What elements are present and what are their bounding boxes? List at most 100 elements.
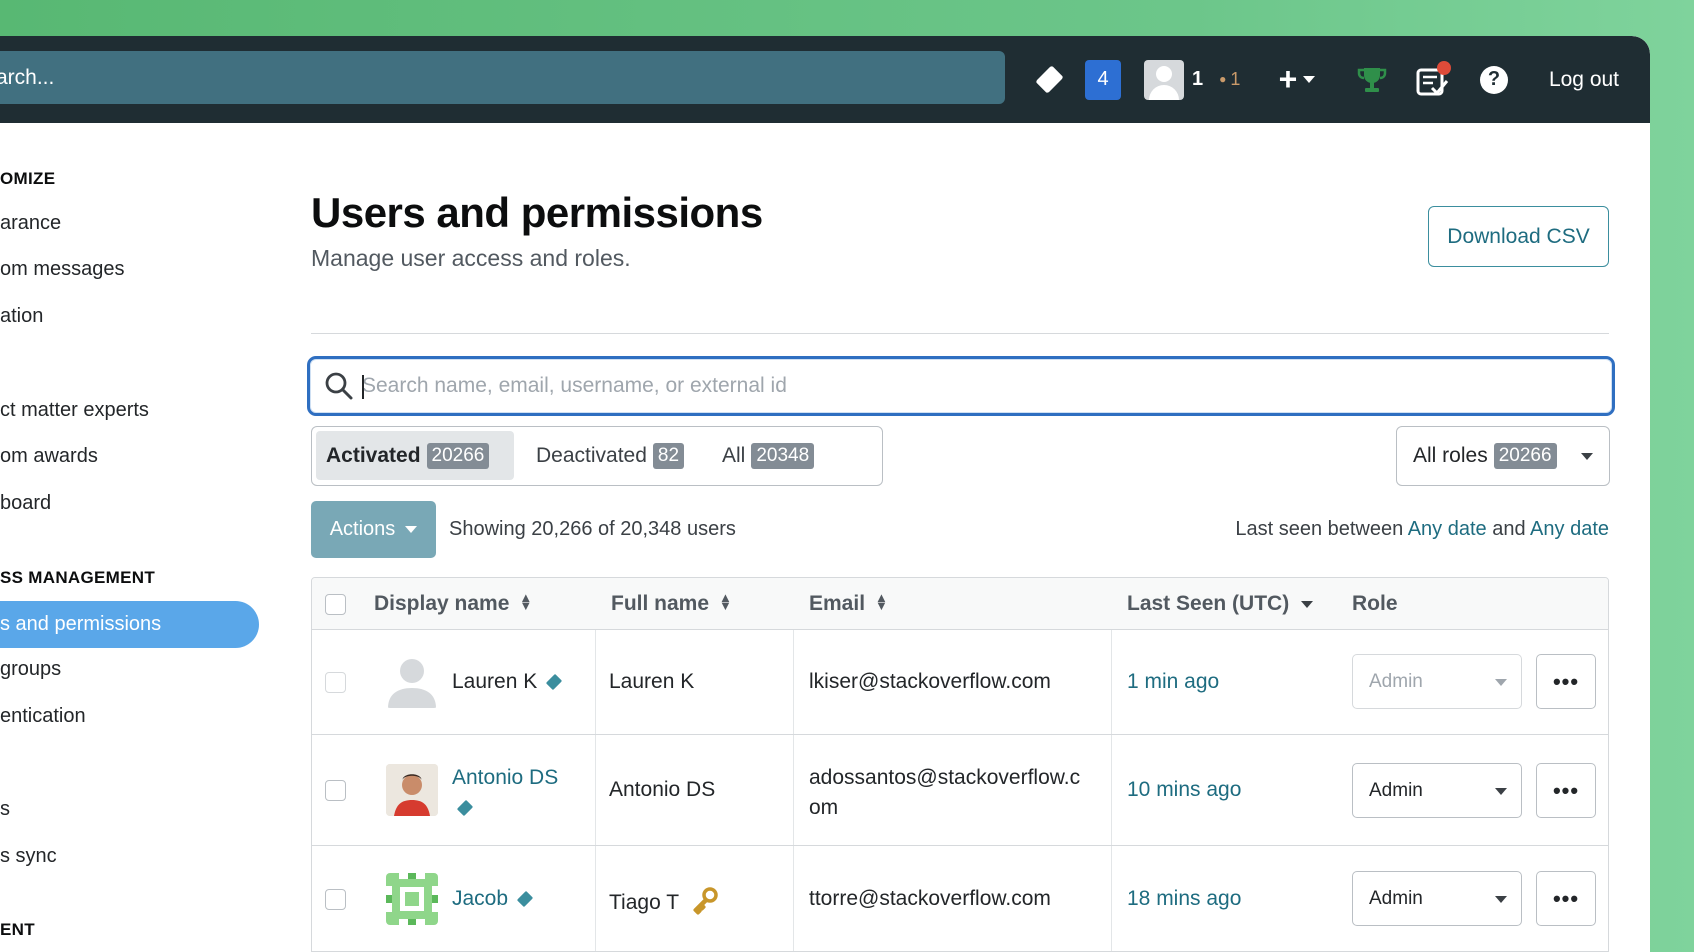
plus-icon: + bbox=[1278, 61, 1298, 97]
moderator-diamond-icon bbox=[516, 890, 534, 908]
admin-sidebar: OMIZE arance om messages ation ct matter… bbox=[0, 123, 260, 952]
sidebar-item[interactable]: groups bbox=[0, 646, 61, 692]
sidebar-item[interactable]: s bbox=[0, 786, 10, 832]
sidebar-heading: OMIZE bbox=[0, 169, 56, 188]
logout-link[interactable]: Log out bbox=[1534, 36, 1634, 123]
count-badge: 20266 bbox=[426, 442, 490, 469]
moderator-diamond-icon bbox=[546, 673, 563, 691]
chevron-down-icon bbox=[1581, 453, 1593, 460]
create-new-button[interactable]: + bbox=[1272, 36, 1322, 123]
row-checkbox[interactable] bbox=[325, 780, 346, 801]
end-date-link[interactable]: Any date bbox=[1530, 518, 1609, 540]
role-select[interactable]: Admin bbox=[1352, 871, 1522, 926]
full-name: Lauren K bbox=[609, 670, 695, 693]
count-badge: 20348 bbox=[751, 442, 815, 469]
count-badge: 20266 bbox=[1493, 443, 1557, 469]
app-window: arch... 4 1 1 + bbox=[0, 36, 1650, 952]
reputation-count: 1 bbox=[1192, 68, 1204, 90]
email: lkiser@stackoverflow.com bbox=[809, 670, 1051, 693]
user-search-box[interactable] bbox=[307, 356, 1615, 416]
display-name: Lauren K bbox=[452, 670, 563, 694]
avatar bbox=[386, 764, 438, 816]
last-seen: 1 min ago bbox=[1127, 670, 1220, 693]
key-icon bbox=[692, 887, 718, 915]
search-icon bbox=[325, 372, 353, 400]
moderator-diamond-icon bbox=[456, 799, 474, 817]
inbox-button[interactable]: 4 bbox=[1085, 36, 1121, 123]
sort-email[interactable]: Email ▲ ▼ bbox=[809, 578, 888, 630]
user-search-input[interactable] bbox=[362, 359, 1592, 413]
avatar bbox=[1144, 59, 1184, 100]
chevron-down-icon bbox=[1495, 788, 1507, 795]
review-icon bbox=[1416, 60, 1451, 95]
showing-count: Showing 20,266 of 20,348 users bbox=[449, 518, 736, 540]
table-row: Antonio DS Antonio DS adossantos@stackov… bbox=[312, 735, 1608, 846]
filter-activated[interactable]: Activated 20266 bbox=[316, 431, 514, 480]
full-name: Antonio DS bbox=[609, 778, 716, 801]
chevron-down-icon bbox=[405, 526, 418, 533]
last-seen: 10 mins ago bbox=[1127, 778, 1242, 801]
top-bar: arch... 4 1 1 + bbox=[0, 36, 1650, 123]
sidebar-heading: SS MANAGEMENT bbox=[0, 568, 156, 587]
avatar bbox=[386, 873, 438, 925]
sort-icon: ▲ ▼ bbox=[519, 590, 533, 614]
download-csv-button[interactable]: Download CSV bbox=[1428, 206, 1609, 267]
row-checkbox[interactable] bbox=[325, 672, 346, 693]
global-search-input[interactable]: arch... bbox=[0, 51, 1005, 104]
filter-all[interactable]: All 20348 bbox=[712, 431, 824, 480]
more-options-button[interactable]: ••• bbox=[1536, 763, 1596, 818]
divider bbox=[311, 333, 1609, 334]
status-filter-group: Activated 20266 Deactivated 82 All 20348 bbox=[311, 426, 883, 486]
avatar bbox=[386, 656, 438, 708]
chevron-down-icon bbox=[1301, 600, 1314, 608]
role-select[interactable]: Admin bbox=[1352, 763, 1522, 818]
sidebar-item[interactable]: om awards bbox=[0, 433, 98, 479]
last-seen-filter: Last seen between Any date and Any date bbox=[1235, 518, 1609, 540]
trophy-icon bbox=[1357, 67, 1387, 92]
sort-last-seen[interactable]: Last Seen (UTC) bbox=[1127, 578, 1314, 630]
last-seen: 18 mins ago bbox=[1127, 887, 1242, 910]
email: ttorre@stackoverflow.com bbox=[809, 887, 1051, 910]
chevron-down-icon bbox=[1495, 896, 1507, 903]
chevron-down-icon bbox=[1495, 679, 1507, 686]
select-all-checkbox[interactable] bbox=[325, 594, 346, 615]
sidebar-item[interactable]: board bbox=[0, 480, 51, 526]
sidebar-item[interactable]: ct matter experts bbox=[0, 387, 149, 433]
page-title: Users and permissions bbox=[311, 189, 763, 236]
sidebar-heading: ENT bbox=[0, 920, 35, 939]
sidebar-item[interactable]: om messages bbox=[0, 246, 125, 292]
table-row: Lauren K Lauren K lkiser@stackoverflow.c… bbox=[312, 630, 1608, 735]
sidebar-item[interactable]: s sync bbox=[0, 833, 57, 879]
sort-display-name[interactable]: Display name ▲ ▼ bbox=[374, 578, 532, 630]
filter-deactivated[interactable]: Deactivated 82 bbox=[526, 431, 694, 480]
sidebar-item[interactable]: entication bbox=[0, 693, 86, 739]
roles-dropdown[interactable]: All roles 20266 bbox=[1396, 426, 1610, 486]
sort-full-name[interactable]: Full name ▲ ▼ bbox=[611, 578, 732, 630]
profile-link[interactable]: 1 1 bbox=[1144, 36, 1244, 123]
sidebar-item-users-and-permissions[interactable]: s and permissions bbox=[0, 601, 259, 648]
row-checkbox[interactable] bbox=[325, 889, 346, 910]
start-date-link[interactable]: Any date bbox=[1408, 518, 1487, 540]
actions-dropdown-button[interactable]: Actions bbox=[311, 501, 436, 558]
table-header: Display name ▲ ▼ Full name ▲ ▼ Email ▲ ▼ Last … bbox=[312, 578, 1608, 630]
sidebar-item[interactable]: arance bbox=[0, 200, 61, 246]
bronze-badge-count: 1 bbox=[1219, 69, 1240, 90]
sort-icon: ▲ ▼ bbox=[875, 590, 888, 614]
display-name-link[interactable]: Antonio DS bbox=[452, 763, 592, 823]
users-table: Display name ▲ ▼ Full name ▲ ▼ Email ▲ ▼ Last … bbox=[311, 577, 1609, 952]
sidebar-item[interactable]: ation bbox=[0, 293, 43, 339]
review-queue-button[interactable] bbox=[1414, 36, 1454, 123]
achievements-button[interactable] bbox=[1354, 36, 1390, 123]
text-cursor bbox=[362, 375, 364, 399]
display-name-link[interactable]: Jacob bbox=[452, 887, 534, 911]
count-badge: 82 bbox=[652, 442, 685, 469]
role-select: Admin bbox=[1352, 654, 1522, 709]
sort-icon: ▲ ▼ bbox=[719, 590, 732, 614]
page-subtitle: Manage user access and roles. bbox=[311, 245, 631, 271]
inbox-count: 4 bbox=[1085, 59, 1121, 100]
more-options-button[interactable]: ••• bbox=[1536, 654, 1596, 709]
help-button[interactable]: ? bbox=[1478, 36, 1510, 123]
chevron-down-icon bbox=[1303, 76, 1316, 83]
more-options-button[interactable]: ••• bbox=[1536, 871, 1596, 926]
moderator-diamond-icon[interactable] bbox=[1034, 36, 1064, 123]
